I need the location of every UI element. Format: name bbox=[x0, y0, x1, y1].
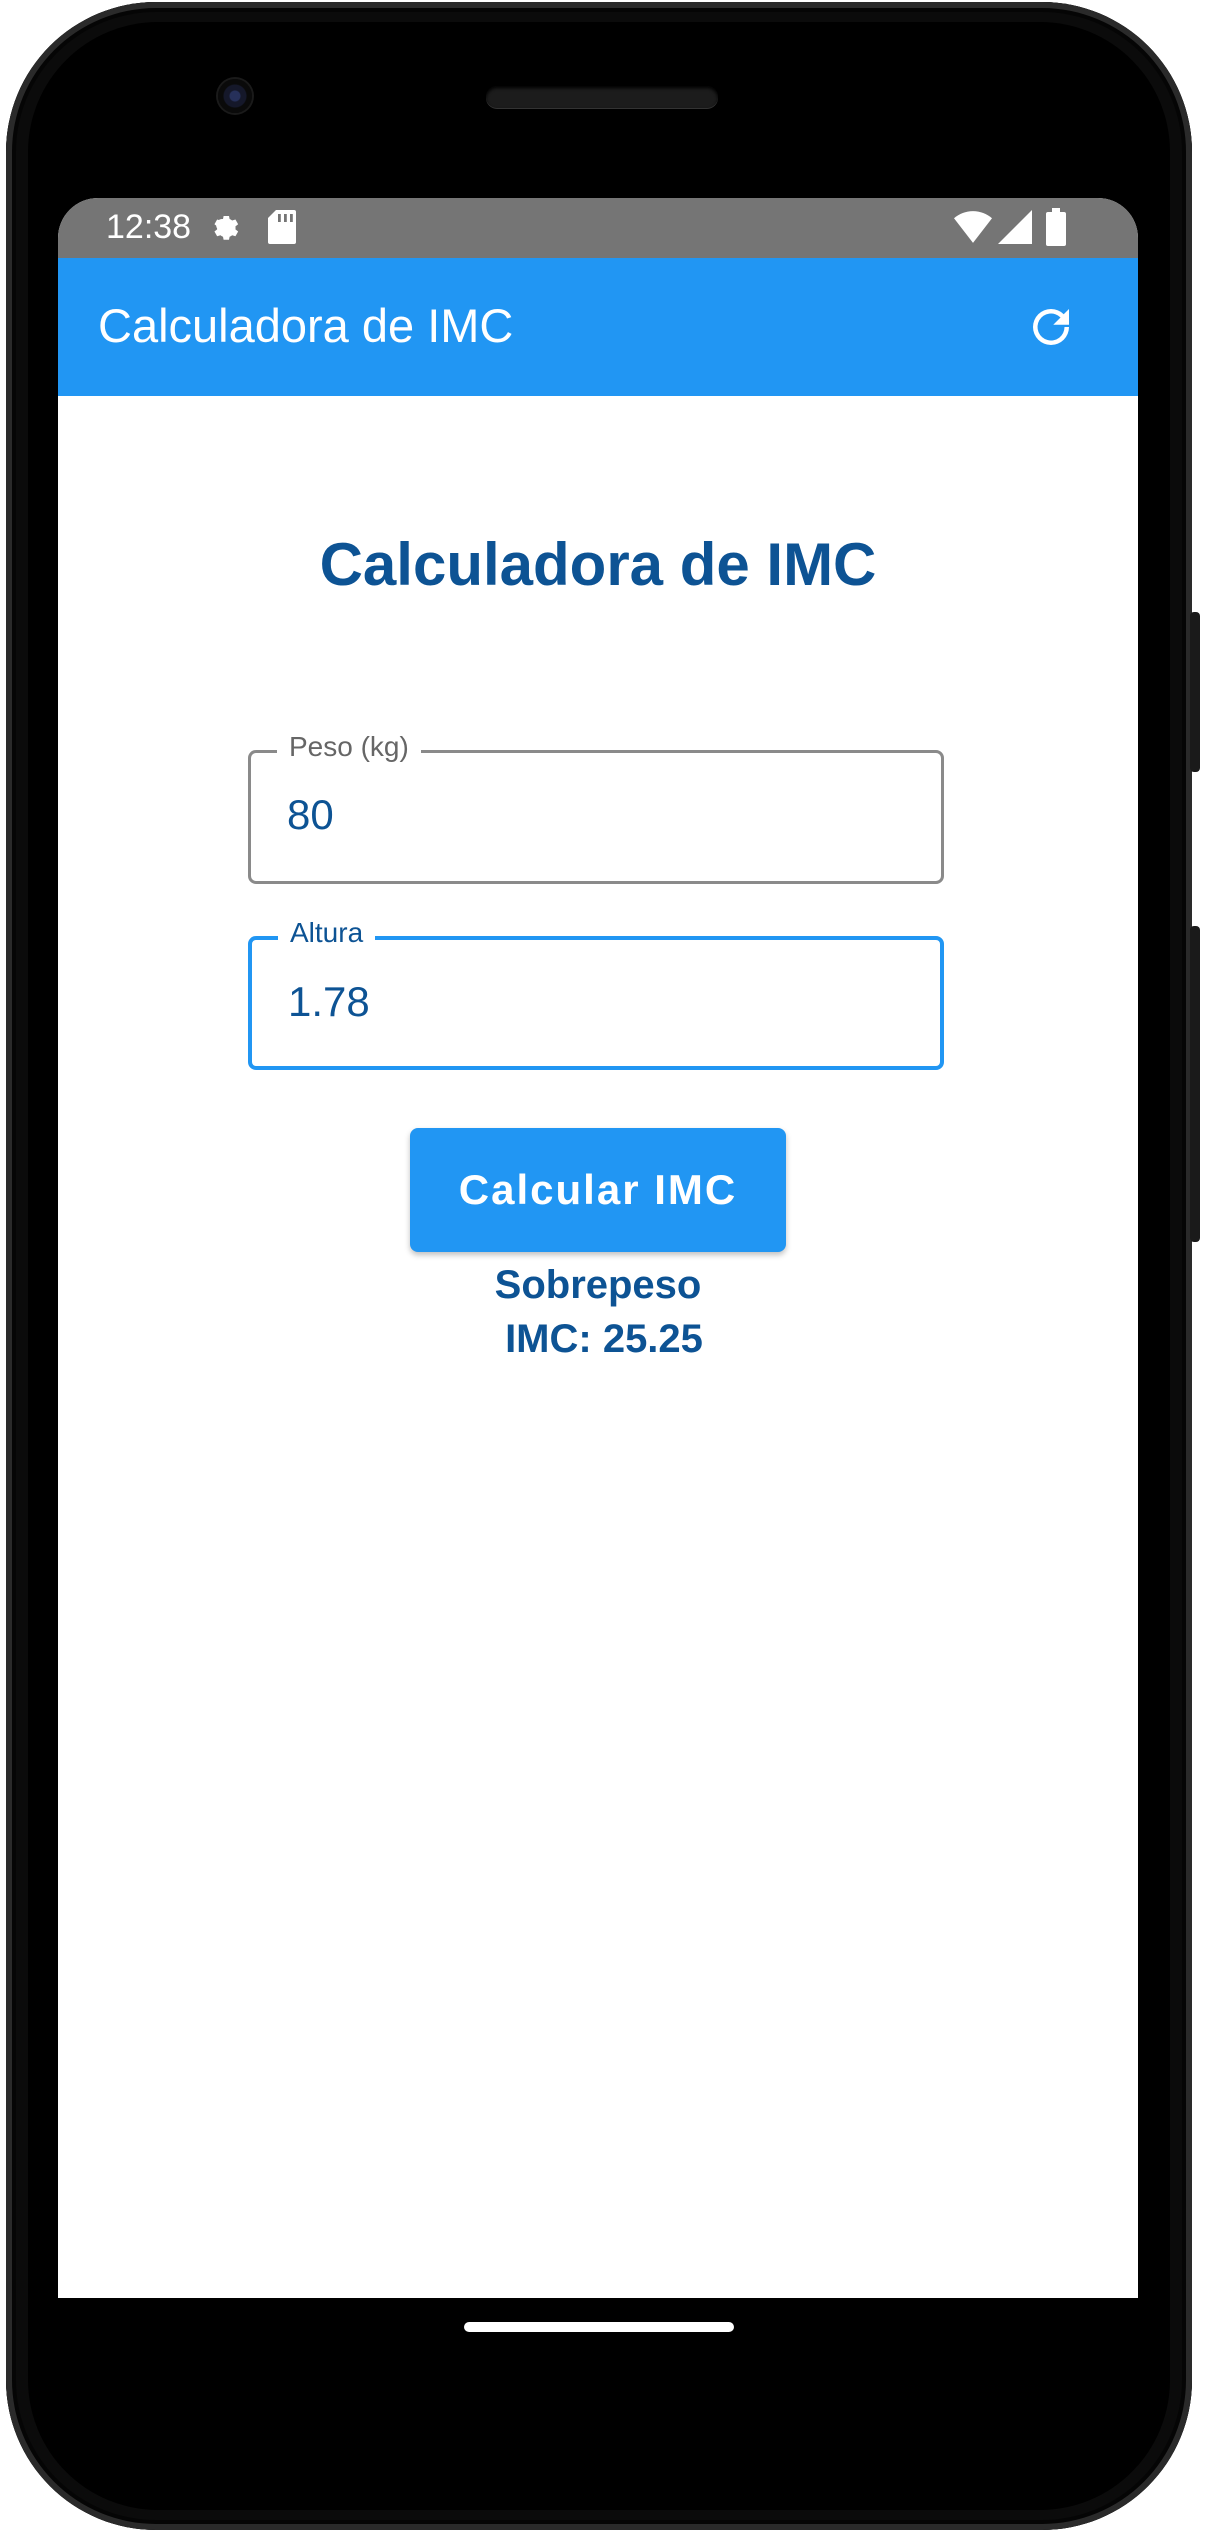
peso-field[interactable]: Peso (kg) bbox=[248, 731, 944, 884]
cell-signal-icon bbox=[998, 210, 1032, 248]
earpiece-speaker bbox=[486, 86, 718, 108]
refresh-icon bbox=[1033, 309, 1069, 345]
volume-button bbox=[1190, 926, 1200, 1242]
app-bar: Calculadora de IMC bbox=[58, 258, 1138, 396]
result-imc-value: IMC: 25.25 bbox=[505, 1317, 703, 1361]
altura-field[interactable]: Altura bbox=[248, 917, 944, 1070]
altura-field-label: Altura bbox=[278, 917, 376, 949]
refresh-button[interactable] bbox=[1024, 300, 1078, 354]
sd-card-icon bbox=[268, 210, 296, 248]
app-bar-title: Calculadora de IMC bbox=[98, 299, 514, 352]
wifi-icon bbox=[954, 210, 992, 248]
screen: 12:38 Calculadora de IMC Calculadora de … bbox=[58, 198, 1138, 2298]
navigation-bar bbox=[58, 2298, 1138, 2418]
result-text: Sobrepeso IMC: 25.25 bbox=[58, 1258, 1138, 1366]
altura-input[interactable] bbox=[288, 978, 888, 1026]
status-bar: 12:38 bbox=[58, 198, 1138, 258]
status-time: 12:38 bbox=[106, 208, 192, 246]
calculate-button[interactable]: Calcular IMC bbox=[410, 1128, 786, 1252]
peso-field-label: Peso (kg) bbox=[277, 731, 421, 763]
device-frame: 12:38 Calculadora de IMC Calculadora de … bbox=[0, 0, 1206, 2533]
peso-input[interactable] bbox=[287, 791, 887, 839]
power-button bbox=[1190, 612, 1200, 772]
battery-icon bbox=[1046, 208, 1066, 250]
front-camera bbox=[218, 79, 252, 113]
page-title: Calculadora de IMC bbox=[319, 531, 877, 598]
main-content: Calculadora de IMC Peso (kg) Altura Calc… bbox=[58, 396, 1138, 2298]
result-category: Sobrepeso bbox=[494, 1263, 702, 1307]
settings-gear-icon bbox=[208, 210, 244, 250]
home-indicator[interactable] bbox=[464, 2322, 734, 2332]
